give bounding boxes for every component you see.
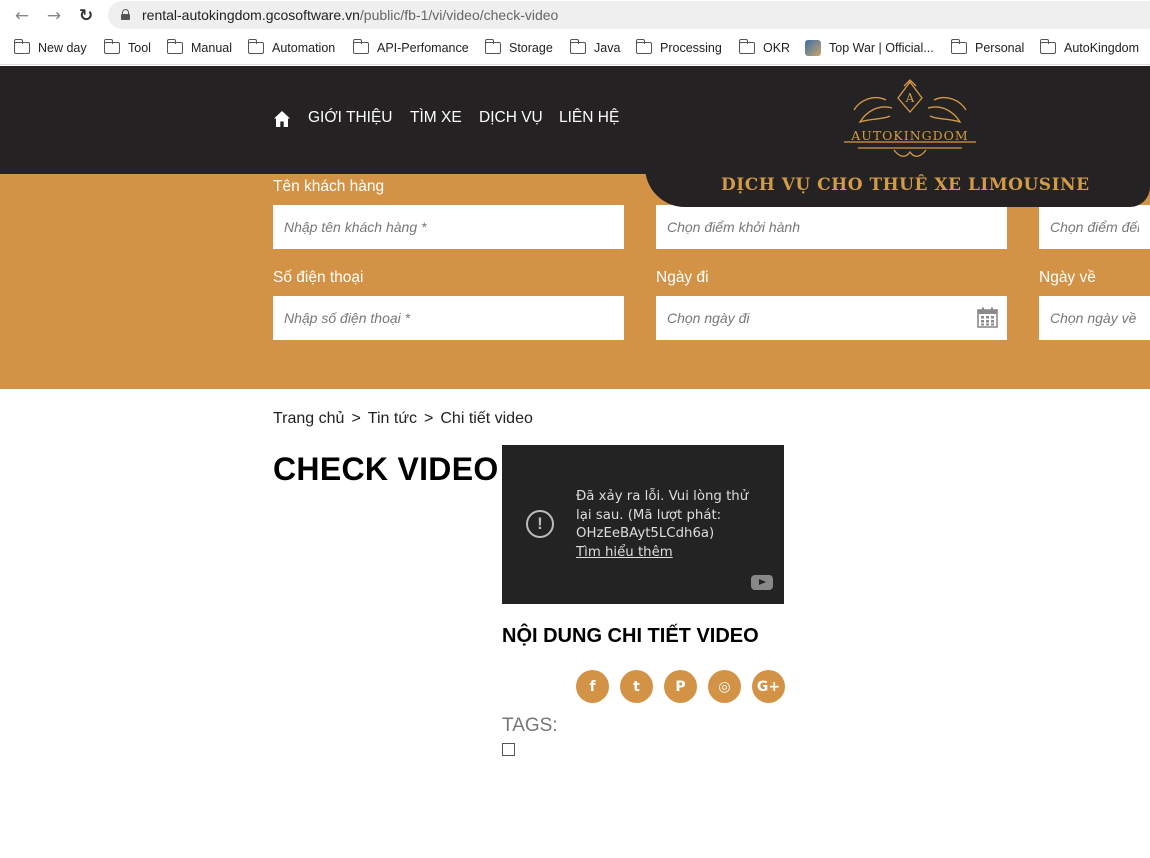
calendar-icon[interactable] — [977, 307, 998, 328]
google-plus-icon[interactable]: G+ — [752, 670, 785, 703]
folder-icon — [950, 39, 967, 54]
bookmark-manual[interactable]: Manual — [166, 39, 232, 56]
name-label: Tên khách hàng — [273, 178, 385, 195]
nav-dich-vu[interactable]: DỊCH VỤ — [479, 109, 543, 127]
forward-arrow-icon[interactable]: → — [44, 6, 64, 26]
phone-input[interactable] — [273, 296, 624, 340]
back-arrow-icon[interactable]: ← — [12, 6, 32, 26]
top-war-favicon-icon — [805, 40, 821, 56]
reload-icon[interactable]: ↻ — [76, 6, 96, 26]
bookmark-label: OKR — [763, 41, 791, 55]
tags-label: TAGS: — [502, 715, 558, 736]
bookmark-label: Personal — [975, 41, 1025, 55]
folder-icon — [635, 39, 652, 54]
bookmark-automation[interactable]: Automation — [247, 39, 336, 56]
breadcrumb-home[interactable]: Trang chủ — [273, 410, 344, 428]
learn-more-link[interactable]: Tìm hiểu thêm — [576, 545, 673, 560]
bookmark-new-day[interactable]: New day — [13, 39, 87, 56]
error-text: Đã xảy ra lỗi. Vui lòng thử lại sau. (Mã… — [576, 489, 749, 541]
nav-lien-he[interactable]: LIÊN HỆ — [559, 109, 619, 127]
bookmark-label: Processing — [660, 41, 722, 55]
folder-icon — [738, 39, 755, 54]
tag-checkbox[interactable] — [502, 743, 515, 756]
breadcrumb: Trang chủ > Tin tức > Chi tiết video — [273, 410, 533, 428]
error-icon: ! — [526, 510, 554, 538]
folder-icon — [166, 39, 183, 54]
url-host: rental-autokingdom.gcosoftware.vn — [142, 7, 360, 23]
breadcrumb-current: Chi tiết video — [440, 410, 533, 427]
nav-gioi-thieu[interactable]: GIỚI THIỆU — [308, 109, 393, 127]
breadcrumb-news[interactable]: Tin tức — [368, 410, 417, 428]
folder-icon — [484, 39, 501, 54]
video-error-message: Đã xảy ra lỗi. Vui lòng thử lại sau. (Mã… — [576, 488, 766, 562]
breadcrumb-separator: > — [424, 410, 434, 427]
depart-date-label: Ngày đi — [656, 269, 709, 286]
bookmark-label: Tool — [128, 41, 151, 55]
logo-text: AUTOKINGDOM — [850, 128, 968, 143]
home-icon[interactable] — [273, 110, 291, 128]
customer-name-input[interactable] — [273, 205, 624, 249]
bookmark-label: Manual — [191, 41, 232, 55]
return-date-label: Ngày về — [1039, 269, 1096, 286]
depart-date-input[interactable] — [656, 296, 1007, 340]
bookmark-label: Storage — [509, 41, 553, 55]
folder-icon — [1039, 39, 1056, 54]
folder-icon — [103, 39, 120, 54]
bookmark-storage[interactable]: Storage — [484, 39, 553, 56]
address-bar[interactable]: rental-autokingdom.gcosoftware.vn/public… — [108, 1, 1150, 29]
bookmarks-bar: New day Tool Manual Automation API-Perfo… — [0, 31, 1150, 65]
youtube-icon[interactable] — [751, 575, 773, 590]
bookmark-label: AutoKingdom — [1064, 41, 1140, 55]
page-title: CHECK VIDEO — [273, 451, 499, 487]
start-point-input[interactable] — [656, 205, 1007, 249]
nav-tim-xe[interactable]: TÌM XE — [410, 109, 462, 127]
bookmark-label: Java — [594, 41, 621, 55]
tagline: DỊCH VỤ CHO THUÊ XE LIMOUSINE — [721, 175, 1090, 195]
bookmark-label: Automation — [272, 41, 336, 55]
destination-input[interactable] — [1039, 205, 1150, 249]
section-title: NỘI DUNG CHI TIẾT VIDEO — [502, 625, 759, 647]
bookmark-okr[interactable]: OKR — [738, 39, 791, 56]
folder-icon — [247, 39, 264, 54]
bookmark-api-perfomance[interactable]: API-Perfomance — [352, 39, 469, 56]
folder-icon — [352, 39, 369, 54]
bookmark-tool[interactable]: Tool — [103, 39, 151, 56]
pinterest-icon[interactable]: P — [664, 670, 697, 703]
browser-toolbar: ← → ↻ rental-autokingdom.gcosoftware.vn/… — [0, 0, 1150, 31]
breadcrumb-separator: > — [351, 410, 361, 427]
bookmark-personal[interactable]: Personal — [950, 39, 1025, 56]
instagram-icon[interactable]: ◎ — [708, 670, 741, 703]
return-date-input[interactable] — [1039, 296, 1150, 340]
autokingdom-logo[interactable]: A AUTOKINGDOM — [830, 78, 990, 164]
bookmark-label: API-Perfomance — [377, 41, 469, 55]
folder-icon — [13, 39, 30, 54]
bookmark-autokingdom[interactable]: AutoKingdom — [1039, 39, 1140, 56]
bookmark-label: Top War | Official... — [829, 41, 934, 55]
facebook-icon[interactable]: f — [576, 670, 609, 703]
video-player[interactable]: ! Đã xảy ra lỗi. Vui lòng thử lại sau. (… — [502, 445, 784, 604]
twitter-icon[interactable]: t — [620, 670, 653, 703]
svg-text:A: A — [905, 91, 915, 105]
url-path: /public/fb-1/vi/video/check-video — [359, 7, 559, 23]
bookmark-label: New day — [38, 41, 87, 55]
folder-icon — [569, 39, 586, 54]
bookmark-processing[interactable]: Processing — [635, 39, 722, 56]
phone-label: Số điện thoại — [273, 269, 364, 286]
lock-icon — [121, 9, 130, 20]
bookmark-top-war[interactable]: Top War | Official... — [805, 40, 934, 56]
bookmark-java[interactable]: Java — [569, 39, 621, 56]
